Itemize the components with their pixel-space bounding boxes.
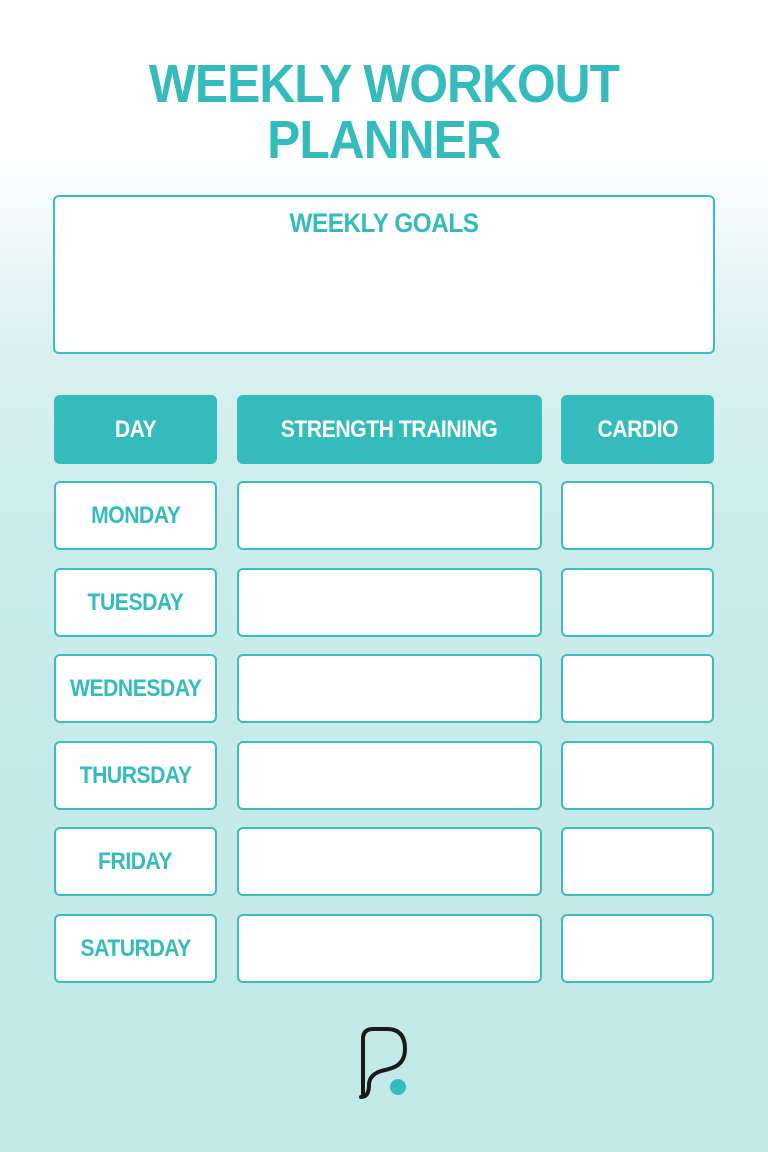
day-cell-monday: MONDAY xyxy=(54,481,217,550)
cardio-cell-thursday[interactable] xyxy=(561,741,714,810)
page-title-line1: WEEKLY WORKOUT xyxy=(148,54,620,114)
header-strength-training: STRENGTH TRAINING xyxy=(237,395,542,464)
strength-cell-saturday[interactable] xyxy=(237,914,542,983)
strength-cell-tuesday[interactable] xyxy=(237,568,542,637)
day-label-tuesday: TUESDAY xyxy=(87,588,184,616)
cardio-cell-saturday[interactable] xyxy=(561,914,714,983)
day-cell-saturday: SATURDAY xyxy=(54,914,217,983)
weekly-goals-title: WEEKLY GOALS xyxy=(289,208,479,238)
logo-dot xyxy=(390,1079,406,1095)
strength-cell-monday[interactable] xyxy=(237,481,542,550)
strength-cell-wednesday[interactable] xyxy=(237,654,542,723)
page-title-line2: PLANNER xyxy=(267,110,502,170)
day-label-friday: FRIDAY xyxy=(98,847,173,875)
cardio-cell-friday[interactable] xyxy=(561,827,714,896)
header-cardio: CARDIO xyxy=(561,395,714,464)
cardio-cell-monday[interactable] xyxy=(561,481,714,550)
header-day: DAY xyxy=(54,395,217,464)
day-label-thursday: THURSDAY xyxy=(79,761,192,789)
header-strength-training-label: STRENGTH TRAINING xyxy=(281,415,498,443)
brand-p-logo-icon xyxy=(359,1027,407,1099)
page-title: WEEKLY WORKOUT PLANNER xyxy=(31,56,738,168)
day-cell-thursday: THURSDAY xyxy=(54,741,217,810)
header-day-label: DAY xyxy=(114,415,157,443)
cardio-cell-wednesday[interactable] xyxy=(561,654,714,723)
header-cardio-label: CARDIO xyxy=(597,415,678,443)
strength-cell-thursday[interactable] xyxy=(237,741,542,810)
day-label-wednesday: WEDNESDAY xyxy=(69,674,202,702)
day-label-monday: MONDAY xyxy=(90,501,181,529)
day-cell-tuesday: TUESDAY xyxy=(54,568,217,637)
day-cell-wednesday: WEDNESDAY xyxy=(54,654,217,723)
cardio-cell-tuesday[interactable] xyxy=(561,568,714,637)
day-cell-friday: FRIDAY xyxy=(54,827,217,896)
strength-cell-friday[interactable] xyxy=(237,827,542,896)
day-label-saturday: SATURDAY xyxy=(80,934,191,962)
